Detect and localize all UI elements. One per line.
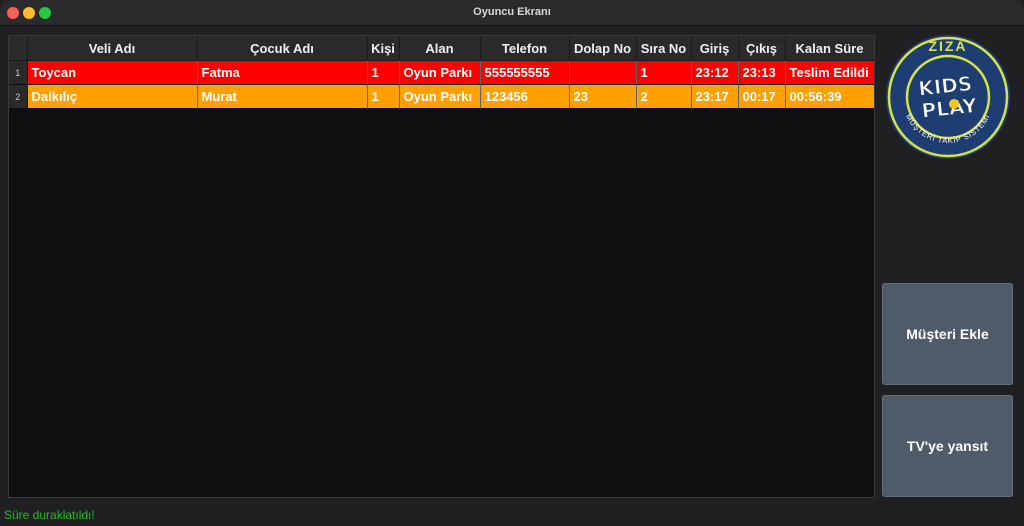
column-header-kisi[interactable]: Kişi: [367, 36, 400, 61]
column-header-rownum: [9, 36, 28, 61]
logo-face-icon: [949, 99, 959, 109]
cell-dolap-no[interactable]: 23: [569, 84, 637, 109]
cell-alan[interactable]: Oyun Parkı: [399, 84, 481, 109]
table-header-row: Veli Adı Çocuk Adı Kişi Alan Telefon Dol…: [9, 36, 874, 61]
status-message: Süre duraklatıldı!: [4, 508, 95, 522]
column-header-cocuk-adi[interactable]: Çocuk Adı: [197, 36, 368, 61]
cell-kalan-sure[interactable]: Teslim Edildi: [785, 60, 874, 85]
cell-telefon[interactable]: 555555555: [480, 60, 570, 85]
column-header-telefon[interactable]: Telefon: [480, 36, 570, 61]
column-header-kalan-sure[interactable]: Kalan Süre: [785, 36, 874, 61]
cell-cocuk-adi[interactable]: Murat: [197, 84, 368, 109]
app-window: Oyuncu Ekranı Veli Adı Çocuk Adı Kişi Al…: [0, 0, 1024, 526]
column-header-veli-adi[interactable]: Veli Adı: [27, 36, 198, 61]
logo-brand-text: ZIZA: [928, 38, 967, 54]
cell-sira-no[interactable]: 1: [636, 60, 692, 85]
cell-cikis[interactable]: 23:13: [738, 60, 786, 85]
row-number[interactable]: 2: [9, 84, 28, 109]
cell-dolap-no[interactable]: [569, 60, 637, 85]
table-row[interactable]: 1 Toycan Fatma 1 Oyun Parkı 555555555 1 …: [9, 60, 874, 85]
column-header-cikis[interactable]: Çıkış: [738, 36, 786, 61]
tv-mirror-button[interactable]: TV'ye yansıt: [882, 395, 1013, 497]
cell-giris[interactable]: 23:12: [691, 60, 739, 85]
cell-telefon[interactable]: 123456: [480, 84, 570, 109]
row-number[interactable]: 1: [9, 60, 28, 85]
window-title: Oyuncu Ekranı: [473, 6, 551, 18]
column-header-dolap-no[interactable]: Dolap No: [569, 36, 637, 61]
cell-veli-adi[interactable]: Dalkılıç: [27, 84, 198, 109]
cell-veli-adi[interactable]: Toycan: [27, 60, 198, 85]
players-table[interactable]: Veli Adı Çocuk Adı Kişi Alan Telefon Dol…: [8, 35, 875, 498]
cell-alan[interactable]: Oyun Parkı: [399, 60, 481, 85]
cell-kalan-sure[interactable]: 00:56:39: [785, 84, 874, 109]
column-header-alan[interactable]: Alan: [399, 36, 481, 61]
column-header-sira-no[interactable]: Sıra No: [636, 36, 692, 61]
column-header-giris[interactable]: Giriş: [691, 36, 739, 61]
ziza-kids-play-logo: ZIZA KIDS PLAY MÜŞTERİ TAKİP SİSTEMİ: [886, 35, 1010, 159]
cell-giris[interactable]: 23:17: [691, 84, 739, 109]
cell-sira-no[interactable]: 2: [636, 84, 692, 109]
cell-cocuk-adi[interactable]: Fatma: [197, 60, 368, 85]
cell-kisi[interactable]: 1: [367, 84, 400, 109]
title-bar: Oyuncu Ekranı: [0, 0, 1024, 26]
add-customer-button[interactable]: Müşteri Ekle: [882, 283, 1013, 385]
cell-kisi[interactable]: 1: [367, 60, 400, 85]
cell-cikis[interactable]: 00:17: [738, 84, 786, 109]
table-row[interactable]: 2 Dalkılıç Murat 1 Oyun Parkı 123456 23 …: [9, 84, 874, 109]
